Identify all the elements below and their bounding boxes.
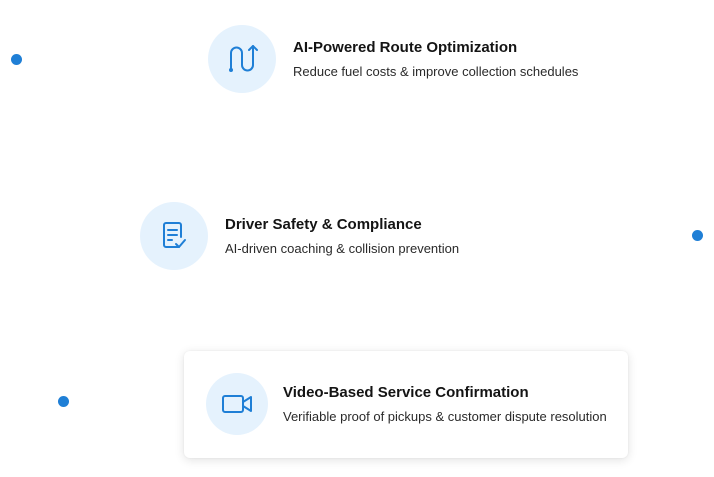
feature-driver-safety: Driver Safety & Compliance AI-driven coa… bbox=[140, 202, 459, 270]
feature-description: AI-driven coaching & collision preventio… bbox=[225, 241, 460, 256]
video-camera-icon-badge bbox=[206, 373, 268, 435]
checklist-icon-badge bbox=[140, 202, 208, 270]
decorative-dot bbox=[58, 396, 69, 407]
decorative-dot bbox=[692, 230, 703, 241]
feature-route-optimization: AI-Powered Route Optimization Reduce fue… bbox=[208, 25, 578, 93]
feature-description: Reduce fuel costs & improve collection s… bbox=[293, 64, 579, 79]
feature-title: AI-Powered Route Optimization bbox=[293, 39, 518, 56]
feature-video-confirmation: Video-Based Service Confirmation Verifia… bbox=[206, 373, 607, 435]
route-icon bbox=[229, 45, 258, 72]
decorative-dot bbox=[11, 54, 22, 65]
feature-text: Video-Based Service Confirmation Verifia… bbox=[283, 383, 607, 425]
feature-title: Driver Safety & Compliance bbox=[225, 216, 422, 233]
feature-title: Video-Based Service Confirmation bbox=[283, 384, 529, 401]
feature-text: Driver Safety & Compliance AI-driven coa… bbox=[225, 215, 459, 257]
video-camera-icon bbox=[222, 395, 252, 413]
feature-text: AI-Powered Route Optimization Reduce fue… bbox=[293, 38, 578, 80]
feature-description: Verifiable proof of pickups & customer d… bbox=[283, 409, 607, 424]
route-icon-badge bbox=[208, 25, 276, 93]
checklist-icon bbox=[163, 222, 186, 248]
